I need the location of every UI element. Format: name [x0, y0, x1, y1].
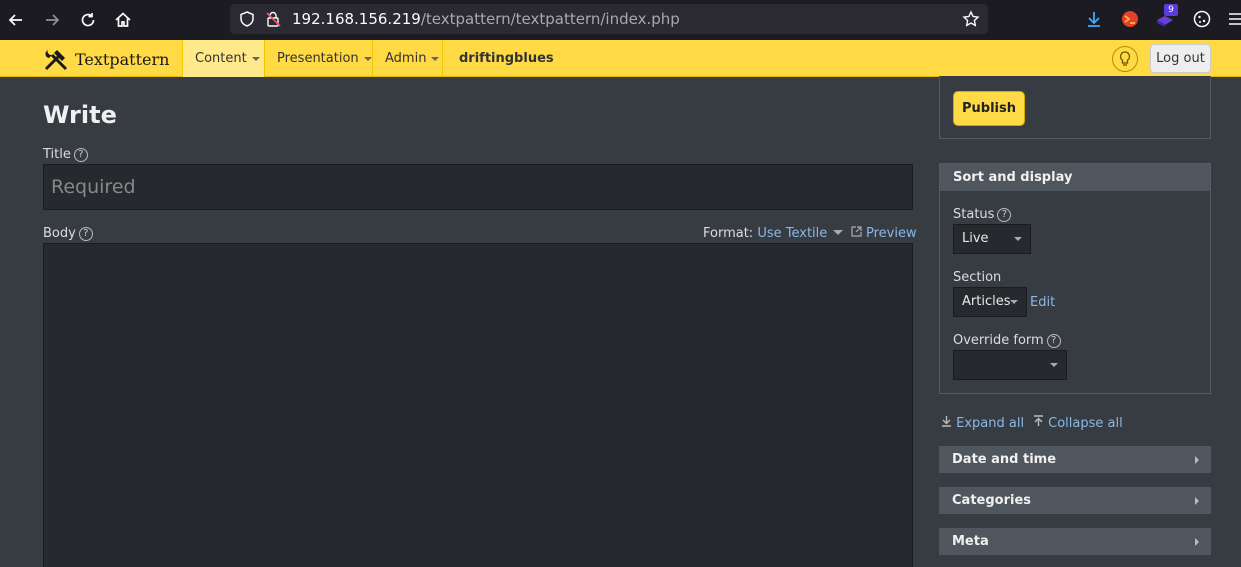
- chevron-down-icon: [431, 56, 440, 61]
- page-title: Write: [43, 101, 117, 129]
- body-label: Body?: [43, 226, 93, 241]
- nav-presentation-label: Presentation: [277, 51, 359, 66]
- nav-admin-label: Admin: [385, 51, 427, 66]
- section-select[interactable]: Articles: [953, 287, 1027, 317]
- meta-heading[interactable]: Meta: [939, 528, 1211, 555]
- help-icon[interactable]: ?: [73, 148, 88, 162]
- expand-all-label: Expand all: [956, 416, 1025, 431]
- downloads-icon[interactable]: [1084, 9, 1104, 29]
- override-form-select[interactable]: [953, 350, 1067, 380]
- shield-icon[interactable]: [238, 10, 256, 28]
- bookmark-star-icon[interactable]: [962, 10, 980, 28]
- site-name-link[interactable]: driftingblues: [459, 51, 554, 66]
- hammer-wrench-icon: [44, 49, 68, 71]
- chevron-down-icon: [251, 56, 260, 61]
- status-value: Live: [962, 231, 989, 246]
- chevron-down-icon[interactable]: [833, 230, 844, 235]
- logo-text: Textpattern: [75, 49, 170, 69]
- nav-admin[interactable]: Admin: [372, 40, 443, 77]
- forward-icon[interactable]: [41, 9, 63, 31]
- body-label-text: Body: [43, 226, 76, 241]
- chevron-down-icon: [1050, 363, 1058, 367]
- categories-heading-text: Categories: [952, 493, 1032, 508]
- preview-link[interactable]: Preview: [866, 226, 917, 241]
- admin-header: Textpattern Content Presentation Admin d…: [0, 40, 1241, 77]
- insecure-lock-icon[interactable]: [264, 10, 282, 28]
- section-edit-link[interactable]: Edit: [1030, 295, 1055, 310]
- menu-icon[interactable]: [1226, 9, 1241, 29]
- title-input[interactable]: Required: [43, 164, 913, 210]
- cookie-icon[interactable]: [1192, 9, 1212, 29]
- categories-panel[interactable]: Categories: [939, 487, 1211, 515]
- nav-presentation[interactable]: Presentation: [264, 40, 372, 77]
- extension-fox-icon[interactable]: [1120, 9, 1140, 29]
- chevron-right-icon: [1195, 497, 1199, 505]
- section-label: Section: [953, 270, 1002, 285]
- meta-heading-text: Meta: [952, 534, 989, 549]
- chevron-right-icon: [1195, 456, 1199, 464]
- collapse-icon: [1034, 415, 1043, 426]
- logout-button[interactable]: Log out: [1150, 44, 1211, 73]
- publish-button[interactable]: Publish: [953, 91, 1025, 126]
- help-icon[interactable]: ?: [1046, 334, 1061, 348]
- home-icon[interactable]: [112, 9, 134, 31]
- chevron-down-icon: [1010, 300, 1018, 304]
- chevron-right-icon: [1195, 538, 1199, 546]
- back-icon[interactable]: [5, 9, 27, 31]
- collapse-all-link[interactable]: Collapse all: [1033, 415, 1123, 431]
- expand-all-link[interactable]: Expand all: [941, 415, 1024, 431]
- url-text[interactable]: 192.168.156.219/textpattern/textpattern/…: [292, 10, 680, 28]
- help-icon[interactable]: ?: [997, 208, 1012, 222]
- date-time-panel[interactable]: Date and time: [939, 446, 1211, 474]
- categories-heading[interactable]: Categories: [939, 487, 1211, 514]
- date-time-heading-text: Date and time: [952, 452, 1057, 467]
- url-host: 192.168.156.219: [292, 10, 421, 28]
- sort-display-heading[interactable]: Sort and display: [940, 164, 1210, 191]
- chevron-down-icon: [363, 56, 372, 61]
- format-value[interactable]: Use Textile: [757, 226, 827, 241]
- status-select[interactable]: Live: [953, 224, 1031, 254]
- title-label-text: Title: [43, 147, 71, 162]
- url-bar[interactable]: 192.168.156.219/textpattern/textpattern/…: [230, 4, 988, 34]
- body-textarea[interactable]: [43, 243, 913, 567]
- url-path: /textpattern/textpattern/index.php: [420, 10, 680, 28]
- status-label-text: Status: [953, 207, 995, 222]
- chevron-down-icon: [1014, 237, 1022, 241]
- status-label: Status?: [953, 207, 1012, 222]
- browser-toolbar: 192.168.156.219/textpattern/textpattern/…: [0, 0, 1241, 40]
- section-value: Articles: [962, 294, 1011, 309]
- lightswitch-icon[interactable]: [1112, 46, 1138, 72]
- reload-icon[interactable]: [77, 9, 99, 31]
- nav-content-label: Content: [195, 51, 247, 66]
- logo[interactable]: Textpattern: [43, 46, 169, 72]
- nav-content[interactable]: Content: [182, 40, 264, 77]
- meta-panel[interactable]: Meta: [939, 528, 1211, 556]
- extension-badge: 9: [1164, 4, 1178, 16]
- title-label: Title?: [43, 147, 88, 162]
- override-form-label-text: Override form: [953, 333, 1044, 348]
- expand-icon: [942, 416, 951, 427]
- external-link-icon[interactable]: [851, 226, 863, 237]
- collapse-all-label: Collapse all: [1048, 416, 1123, 431]
- override-form-label: Override form?: [953, 333, 1061, 348]
- date-time-heading[interactable]: Date and time: [939, 446, 1211, 473]
- format-selector[interactable]: Format: Use Textile: [703, 226, 863, 241]
- format-label: Format:: [703, 226, 754, 241]
- help-icon[interactable]: ?: [78, 227, 93, 241]
